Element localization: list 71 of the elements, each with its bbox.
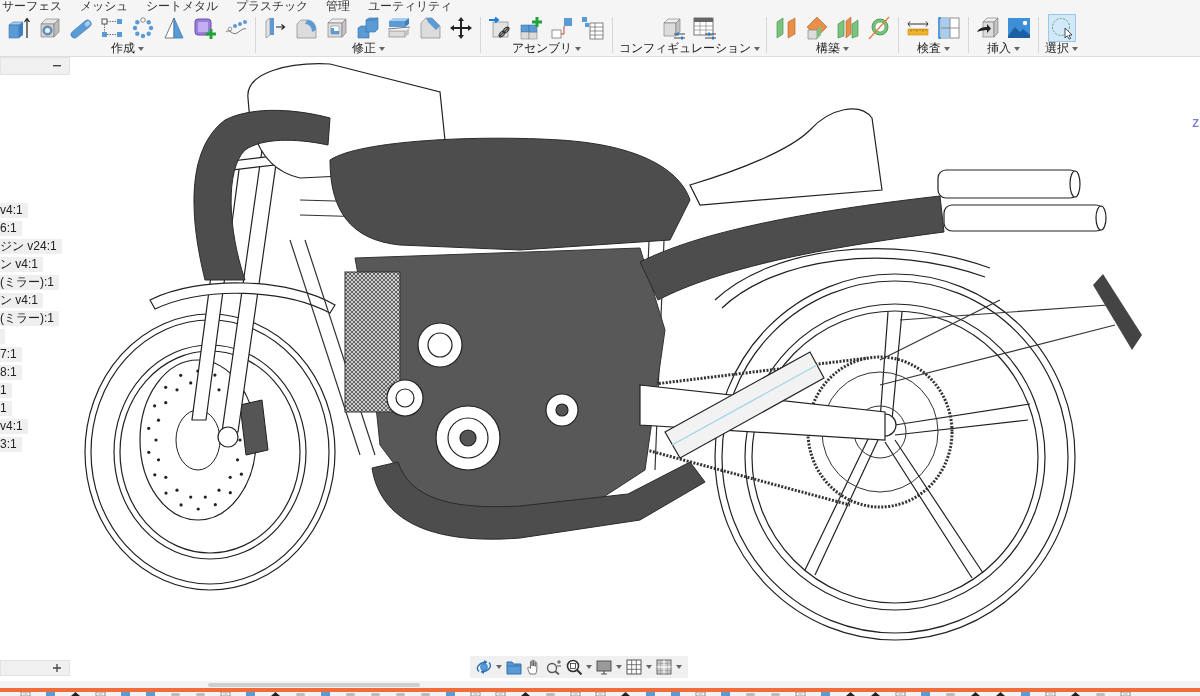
browser-item[interactable]: 6:1 — [0, 221, 22, 236]
browser-item[interactable]: ジン v24:1 — [0, 239, 62, 254]
slab-arrow-icon[interactable] — [262, 14, 288, 41]
caret-icon[interactable] — [646, 665, 652, 669]
browser-item[interactable]: (ミラー):1 — [0, 311, 59, 326]
magnifier-icon[interactable] — [566, 659, 582, 675]
group-menu-button[interactable]: 構築 — [816, 41, 849, 56]
orbit-icon[interactable] — [476, 659, 492, 675]
angled-plane-icon[interactable] — [804, 14, 830, 41]
group-menu-button[interactable]: コンフィギュレーション — [619, 41, 760, 56]
browser-item[interactable]: v4:1 — [0, 419, 28, 434]
scrollbar-thumb[interactable] — [208, 683, 420, 687]
browser-item[interactable]: ン v4:1 — [0, 293, 43, 308]
brake-caliper — [239, 399, 269, 456]
beveled-block-icon[interactable] — [417, 14, 443, 41]
section-grid-icon[interactable] — [936, 14, 962, 41]
mid-plane-icon[interactable] — [835, 14, 861, 41]
group-menu-button[interactable]: 挿入 — [987, 41, 1020, 56]
tree-table-icon[interactable] — [580, 14, 606, 41]
browser-item[interactable]: 8:1 — [0, 365, 22, 380]
group-menu-button[interactable]: 選択 — [1045, 41, 1078, 56]
tab[interactable]: ユーティリティ — [368, 0, 452, 14]
caret-icon — [944, 46, 950, 51]
plus-icon[interactable] — [53, 664, 61, 672]
grid-icon[interactable] — [626, 659, 642, 675]
caret-icon — [1014, 46, 1020, 51]
group-menu-button[interactable]: アセンブリ — [512, 41, 581, 56]
folder-icon[interactable] — [506, 659, 522, 675]
tab[interactable]: 管理 — [326, 0, 350, 14]
carburetor — [386, 379, 424, 417]
stacked-cubes-icon[interactable] — [355, 14, 381, 41]
group-menu-button[interactable]: 修正 — [351, 41, 385, 56]
tab[interactable]: サーフェス — [2, 0, 62, 14]
caret-icon[interactable] — [586, 665, 592, 669]
browser-item[interactable]: (ミラー):1 — [0, 275, 59, 290]
viewport-grid-icon[interactable] — [656, 659, 672, 675]
front-sprocket — [545, 393, 579, 427]
engine-cover — [435, 405, 501, 471]
selection-cursor-icon[interactable] — [1048, 14, 1075, 41]
caret-icon[interactable] — [496, 665, 502, 669]
cubes-plus-icon[interactable] — [518, 14, 544, 41]
group-menu-button[interactable]: 作成 — [111, 41, 144, 56]
table-sliders-icon[interactable] — [692, 14, 718, 41]
monitor-icon[interactable] — [596, 659, 612, 675]
caret-icon — [1072, 46, 1078, 51]
box-insert-arrow-icon[interactable] — [975, 14, 1001, 41]
browser-item[interactable]: v4:1 — [0, 203, 28, 218]
caret-icon — [754, 46, 760, 51]
caret-icon — [843, 46, 849, 51]
group-menu-button[interactable]: 検査 — [917, 41, 950, 56]
browser-item[interactable]: 1 — [0, 383, 12, 398]
caret-icon — [575, 46, 581, 51]
minus-icon[interactable] — [53, 65, 61, 67]
zoom-icon[interactable] — [546, 659, 562, 675]
caret-icon[interactable] — [616, 665, 622, 669]
tab[interactable]: シートメタル — [146, 0, 218, 14]
browser-item[interactable]: 1 — [0, 401, 12, 416]
dot-ring-icon[interactable] — [130, 14, 156, 41]
parallel-planes-icon[interactable] — [773, 14, 799, 41]
caret-icon — [138, 46, 144, 51]
browser-item[interactable]: 7:1 — [0, 347, 22, 362]
caret-icon[interactable] — [676, 665, 682, 669]
carburetor — [417, 322, 463, 368]
link-box-icon[interactable] — [487, 14, 513, 41]
caret-icon — [378, 46, 385, 51]
axis-cylinder-icon[interactable] — [866, 14, 892, 41]
tab[interactable]: メッシュ — [80, 0, 128, 14]
tab[interactable]: プラスチック — [236, 0, 308, 14]
viewcube-axis-label[interactable]: Z — [1192, 117, 1199, 129]
browser-item[interactable]: ン v4:1 — [0, 257, 43, 272]
browser-item[interactable]: 3:1 — [0, 437, 22, 452]
